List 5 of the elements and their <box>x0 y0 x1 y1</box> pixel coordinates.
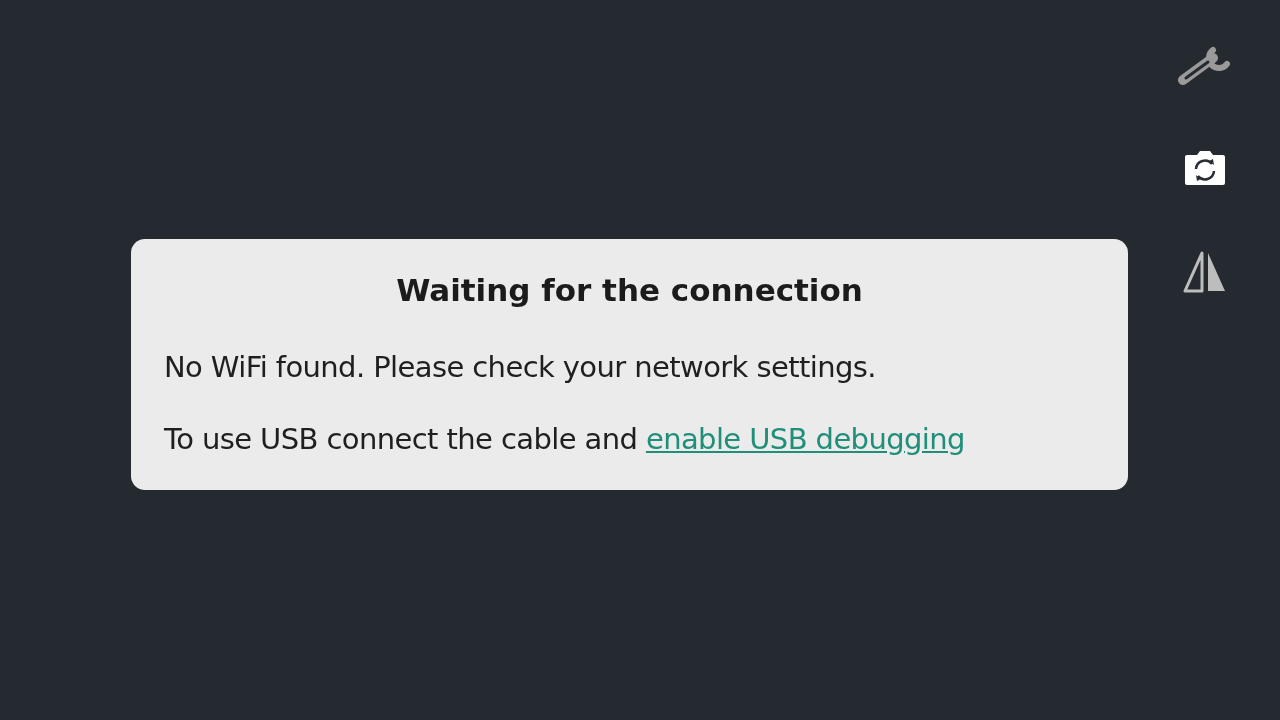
usb-instructions: To use USB connect the cable and enable USB debugging <box>164 421 966 458</box>
camera-switch-icon[interactable] <box>1183 149 1227 187</box>
dialog-message: No WiFi found. Please check your network settings. <box>164 349 877 386</box>
usb-debugging-link[interactable]: enable USB debugging <box>645 422 965 456</box>
dialog-title: Waiting for the connection <box>395 271 864 310</box>
